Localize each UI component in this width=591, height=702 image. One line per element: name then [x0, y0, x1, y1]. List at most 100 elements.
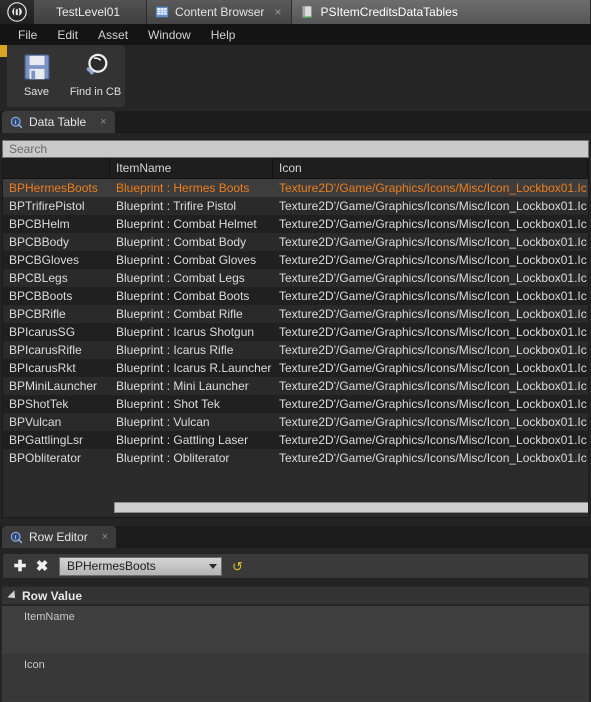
table-row[interactable]: BPVulcan Blueprint : Vulcan Texture2D'/Gam… [3, 413, 588, 431]
remove-row-button[interactable]: ✖ [31, 555, 53, 577]
menu-item-window[interactable]: Window [138, 26, 201, 44]
toolbar-button-group: Save Find in CB [7, 45, 125, 107]
horizontal-scrollbar[interactable] [4, 502, 588, 513]
table-row[interactable]: BPShotTek Blueprint : Shot Tek Texture2D'/… [3, 395, 588, 413]
cell-rowname: BPObliterator [9, 451, 82, 465]
table-row[interactable]: BPGattlingLsr Blueprint : Gattling Laser T… [3, 431, 588, 449]
cell-rowname: BPCBLegs [9, 271, 68, 285]
column-header-rowname[interactable] [3, 159, 110, 178]
cell-rowname: BPGattlingLsr [9, 433, 84, 447]
window-tab-psitemcreditsdatatables[interactable]: PSItemCreditsDataTables [292, 0, 591, 24]
row-selector-value: BPHermesBoots [67, 559, 156, 573]
data-table-body: BPHermesBoots Blueprint : Hermes Boots Tex… [3, 179, 588, 467]
cell-icon: Texture2D'/Game/Graphics/Icons/Misc/Icon… [279, 181, 587, 195]
table-row[interactable]: BPCBLegs Blueprint : Combat Legs Texture2D… [3, 269, 588, 287]
cell-rowname: BPShotTek [9, 397, 69, 411]
content-browser-icon [155, 6, 169, 18]
panel-tab-close-icon[interactable]: × [102, 531, 108, 543]
reset-to-default-icon[interactable]: ↺ [232, 560, 243, 573]
window-tab-content-browser[interactable]: Content Browser × [147, 0, 293, 24]
cell-icon: Texture2D'/Game/Graphics/Icons/Misc/Icon… [279, 307, 587, 321]
row-editor-toolbar: ✚ ✖ BPHermesBoots ↺ [2, 553, 589, 579]
menu-bar: File Edit Asset Window Help [0, 24, 591, 45]
row-value-section-label: Row Value [22, 588, 83, 603]
save-button[interactable]: Save [7, 45, 66, 107]
cell-icon: Texture2D'/Game/Graphics/Icons/Misc/Icon… [279, 361, 587, 375]
cell-icon: Texture2D'/Game/Graphics/Icons/Misc/Icon… [279, 325, 587, 339]
cell-icon: Texture2D'/Game/Graphics/Icons/Misc/Icon… [279, 397, 587, 411]
table-row[interactable]: BPHermesBoots Blueprint : Hermes Boots Tex… [3, 179, 588, 197]
row-editor-panel-tab-row: i Row Editor × [0, 526, 591, 548]
cell-itemname: Blueprint : Obliterator [116, 451, 230, 465]
table-row[interactable]: BPIcarusRkt Blueprint : Icarus R.Launcher… [3, 359, 588, 377]
cell-rowname: BPIcarusRkt [9, 361, 76, 375]
cell-icon: Texture2D'/Game/Graphics/Icons/Misc/Icon… [279, 199, 587, 213]
table-row[interactable]: BPCBHelm Blueprint : Combat Helmet Texture… [3, 215, 588, 233]
cell-icon: Texture2D'/Game/Graphics/Icons/Misc/Icon… [279, 343, 587, 357]
data-table-grid: ItemName Icon BPHermesBoots Blueprint : H… [2, 158, 589, 518]
panel-tab-data-table[interactable]: i Data Table × [2, 111, 115, 133]
search-input[interactable]: Search [2, 140, 589, 158]
window-tab-bar: TestLevel01 Content Browser × PSItemCred… [0, 0, 591, 24]
table-row[interactable]: BPTrifirePistol Blueprint : Trifire Pisto… [3, 197, 588, 215]
cell-icon: Texture2D'/Game/Graphics/Icons/Misc/Icon… [279, 415, 587, 429]
data-table-header-row: ItemName Icon [3, 159, 588, 179]
cell-rowname: BPCBGloves [9, 253, 80, 267]
table-row[interactable]: BPIcarusRifle Blueprint : Icarus Rifle Tex… [3, 341, 588, 359]
row-selector-dropdown[interactable]: BPHermesBoots [59, 556, 222, 576]
cell-rowname: BPCBRifle [9, 307, 66, 321]
row-value-properties: ItemName Icon [2, 606, 589, 702]
cell-itemname: Blueprint : Shot Tek [116, 397, 220, 411]
menu-item-asset[interactable]: Asset [88, 26, 138, 44]
cell-icon: Texture2D'/Game/Graphics/Icons/Misc/Icon… [279, 433, 587, 447]
window-tab-close-icon[interactable]: × [274, 6, 281, 18]
row-value-section-header[interactable]: Row Value [2, 586, 589, 605]
svg-text:i: i [15, 534, 17, 541]
window-tab-testlevel01[interactable]: TestLevel01 [34, 0, 148, 24]
cell-itemname: Blueprint : Vulcan [116, 415, 210, 429]
asset-toolbar: Save Find in CB [0, 45, 591, 111]
menu-item-edit[interactable]: Edit [47, 26, 88, 44]
find-in-content-browser-button[interactable]: Find in CB [66, 45, 125, 107]
cell-rowname: BPVulcan [9, 415, 62, 429]
save-icon [22, 50, 52, 84]
data-table-panel-tab-row: i Data Table × [0, 111, 591, 133]
cell-icon: Texture2D'/Game/Graphics/Icons/Misc/Icon… [279, 451, 587, 465]
cell-itemname: Blueprint : Icarus Rifle [116, 343, 234, 357]
horizontal-scrollbar-thumb[interactable] [114, 502, 588, 513]
window-tab-label: PSItemCreditsDataTables [320, 5, 458, 19]
table-row[interactable]: BPCBBody Blueprint : Combat Body Texture2D… [3, 233, 588, 251]
cell-rowname: BPCBHelm [9, 217, 70, 231]
data-table-empty-space [3, 467, 588, 507]
cell-rowname: BPMiniLauncher [9, 379, 98, 393]
cell-rowname: BPIcarusSG [9, 325, 76, 339]
table-row[interactable]: BPCBBoots Blueprint : Combat Boots Texture… [3, 287, 588, 305]
cell-itemname: Blueprint : Mini Launcher [116, 379, 249, 393]
cell-rowname: BPIcarusRifle [9, 343, 82, 357]
cell-itemname: Blueprint : Gattling Laser [116, 433, 249, 447]
add-row-button[interactable]: ✚ [9, 555, 31, 577]
property-label-icon: Icon [24, 659, 45, 671]
cell-icon: Texture2D'/Game/Graphics/Icons/Misc/Icon… [279, 253, 587, 267]
cell-itemname: Blueprint : Icarus Shotgun [116, 325, 255, 339]
table-row[interactable]: BPIcarusSG Blueprint : Icarus Shotgun Text… [3, 323, 588, 341]
cell-itemname: Blueprint : Combat Rifle [116, 307, 243, 321]
expand-collapse-triangle-icon [7, 589, 19, 602]
property-row-itemname[interactable]: ItemName [2, 606, 589, 654]
table-row[interactable]: BPCBGloves Blueprint : Combat Gloves Textu… [3, 251, 588, 269]
column-header-icon[interactable]: Icon [273, 159, 588, 178]
column-header-itemname[interactable]: ItemName [110, 159, 273, 178]
menu-item-help[interactable]: Help [201, 26, 246, 44]
cell-itemname: Blueprint : Combat Body [116, 235, 247, 249]
property-row-icon[interactable]: Icon [2, 654, 589, 702]
cell-icon: Texture2D'/Game/Graphics/Icons/Misc/Icon… [279, 289, 587, 303]
cell-itemname: Blueprint : Combat Boots [116, 289, 250, 303]
window-tab-label: Content Browser [175, 5, 265, 19]
panel-tab-close-icon[interactable]: × [100, 116, 106, 128]
data-table-asset-icon [303, 6, 312, 18]
menu-item-file[interactable]: File [8, 26, 47, 44]
table-row[interactable]: BPObliterator Blueprint : Obliterator Text… [3, 449, 588, 467]
panel-tab-row-editor[interactable]: i Row Editor × [2, 526, 117, 548]
table-row[interactable]: BPCBRifle Blueprint : Combat Rifle Texture… [3, 305, 588, 323]
table-row[interactable]: BPMiniLauncher Blueprint : Mini Launcher T… [3, 377, 588, 395]
